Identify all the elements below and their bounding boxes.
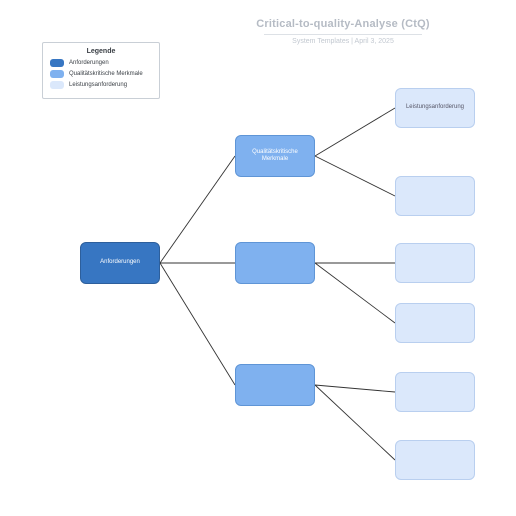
node-root-anforderungen[interactable]: Anforderungen: [80, 242, 160, 284]
connector: [315, 263, 395, 323]
node-quality-2[interactable]: [235, 242, 315, 284]
node-quality-3[interactable]: [235, 364, 315, 406]
node-label: Anforderungen: [100, 259, 140, 267]
connector: [315, 108, 395, 156]
connector: [315, 385, 395, 460]
connector: [160, 156, 235, 263]
node-performance-1[interactable]: Leistungsanforderung: [395, 88, 475, 128]
node-performance-3[interactable]: [395, 243, 475, 283]
node-performance-5[interactable]: [395, 372, 475, 412]
connector: [160, 263, 235, 385]
connector: [315, 156, 395, 196]
node-label: Leistungsanforderung: [406, 104, 464, 112]
connector: [315, 385, 395, 392]
node-label: Qualitätskritische Merkmale: [240, 149, 310, 164]
node-quality-1[interactable]: Qualitätskritische Merkmale: [235, 135, 315, 177]
node-performance-6[interactable]: [395, 440, 475, 480]
node-performance-4[interactable]: [395, 303, 475, 343]
node-performance-2[interactable]: [395, 176, 475, 216]
